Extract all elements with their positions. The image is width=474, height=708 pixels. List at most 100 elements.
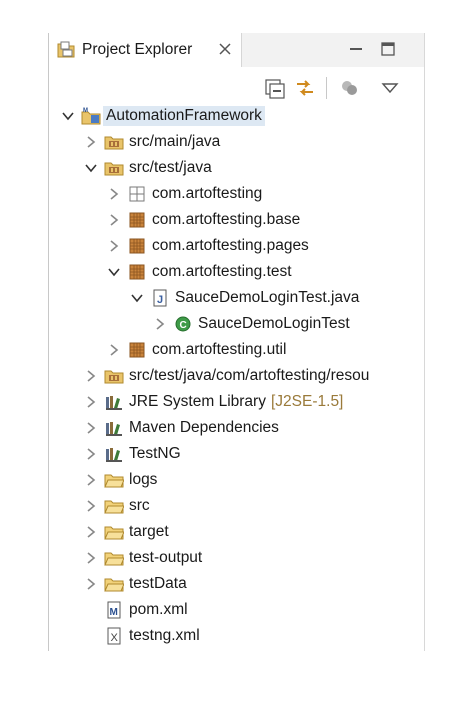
tree-item[interactable]: Xtestng.xml [49, 623, 424, 649]
chevron-right-icon[interactable] [84, 369, 98, 383]
package-icon [127, 210, 147, 230]
tree-item[interactable]: com.artoftesting.base [49, 207, 424, 233]
toolbar-separator [326, 77, 327, 99]
chevron-right-icon[interactable] [84, 473, 98, 487]
chevron-down-icon[interactable] [61, 109, 75, 123]
tree-item-label: Maven Dependencies [129, 419, 279, 436]
tree-item[interactable]: target [49, 519, 424, 545]
tree-item-label: src/test/java/com/artoftesting/resou [129, 367, 370, 384]
tree-item[interactable]: testData [49, 571, 424, 597]
chevron-down-icon[interactable] [107, 265, 121, 279]
maven-project-icon: M [81, 106, 101, 126]
svg-text:M: M [110, 607, 118, 618]
source-folder-icon [104, 366, 124, 386]
chevron-right-icon[interactable] [84, 421, 98, 435]
maximize-icon[interactable] [379, 40, 397, 58]
view-tab-bar: Project Explorer [49, 33, 424, 67]
svg-text:C: C [180, 320, 187, 331]
link-with-editor-icon[interactable] [294, 77, 316, 99]
tree-item[interactable]: J SauceDemoLoginTest.java [49, 285, 424, 311]
folder-icon [104, 548, 125, 568]
tree-item-label: TestNG [129, 445, 181, 462]
chevron-right-icon[interactable] [153, 317, 167, 331]
folder-icon [104, 522, 125, 542]
select-working-set-icon[interactable] [339, 77, 361, 99]
package-icon [127, 236, 147, 256]
chevron-right-icon[interactable] [84, 395, 98, 409]
collapse-all-icon[interactable] [263, 77, 285, 99]
library-icon [104, 444, 124, 464]
folder-icon [104, 496, 125, 516]
maven-pom-icon: M [104, 600, 124, 620]
svg-text:J: J [157, 294, 163, 306]
tree-item-label: JRE System Library [129, 393, 266, 410]
source-folder-icon [104, 158, 124, 178]
empty-package-icon [127, 184, 147, 204]
close-icon[interactable] [218, 42, 232, 56]
project-explorer-icon [57, 41, 75, 58]
view-title: Project Explorer [82, 41, 193, 58]
source-folder-icon [104, 132, 124, 152]
tree-item[interactable]: com.artoftesting [49, 181, 424, 207]
class-icon: C [173, 314, 193, 334]
tree-item[interactable]: test-output [49, 545, 424, 571]
chevron-right-icon[interactable] [84, 525, 98, 539]
tree-item-label: SauceDemoLoginTest [198, 315, 350, 332]
folder-icon [104, 470, 125, 490]
tree-item[interactable]: src/test/java/com/artoftesting/resou [49, 363, 424, 389]
svg-text:X: X [111, 632, 119, 644]
tree-item[interactable]: Maven Dependencies [49, 415, 424, 441]
package-icon [127, 340, 147, 360]
tree-item[interactable]: src/test/java [49, 155, 424, 181]
chevron-right-icon[interactable] [107, 213, 121, 227]
folder-icon [104, 574, 125, 594]
tree-item-label: target [129, 523, 169, 540]
tree-item-label: AutomationFramework [103, 106, 265, 126]
chevron-right-icon[interactable] [84, 447, 98, 461]
minimize-icon[interactable] [347, 40, 365, 58]
tree-item-label: logs [129, 471, 158, 488]
chevron-right-icon[interactable] [84, 577, 98, 591]
package-icon [127, 262, 147, 282]
chevron-down-icon[interactable] [130, 291, 144, 305]
xml-file-icon: X [104, 626, 124, 646]
tree-item[interactable]: src/main/java [49, 129, 424, 155]
library-icon [104, 418, 124, 438]
chevron-right-icon[interactable] [107, 343, 121, 357]
tree-item[interactable]: JRE System Library [J2SE-1.5] [49, 389, 424, 415]
tree-item-label: src/main/java [129, 133, 221, 150]
chevron-right-icon[interactable] [84, 499, 98, 513]
tree-item-label: src [129, 497, 150, 514]
tree-item-label: test-output [129, 549, 203, 566]
chevron-down-icon[interactable] [84, 161, 98, 175]
tree-item[interactable]: Mpom.xml [49, 597, 424, 623]
tree-item[interactable]: logs [49, 467, 424, 493]
chevron-right-icon[interactable] [84, 551, 98, 565]
chevron-right-icon[interactable] [107, 187, 121, 201]
tree-item-label: src/test/java [129, 159, 212, 176]
svg-text:M: M [83, 108, 88, 114]
project-explorer-view: Project Explorer MAutomationFrameworks [48, 33, 425, 651]
chevron-right-icon[interactable] [84, 135, 98, 149]
tree-item-label: com.artoftesting.pages [152, 237, 309, 254]
tree-item-label: testData [129, 575, 187, 592]
view-menu-icon[interactable] [379, 77, 401, 99]
tree-item-label: com.artoftesting.util [152, 341, 287, 358]
tree-item[interactable]: com.artoftesting.util [49, 337, 424, 363]
tree-item-label: SauceDemoLoginTest.java [175, 289, 360, 306]
tree-item[interactable]: C SauceDemoLoginTest [49, 311, 424, 337]
tab-project-explorer[interactable]: Project Explorer [49, 33, 242, 67]
library-icon [104, 392, 124, 412]
tree-item[interactable]: TestNG [49, 441, 424, 467]
tree-item[interactable]: src [49, 493, 424, 519]
tree-item[interactable]: M AutomationFramework [49, 103, 424, 129]
tree-item-label: pom.xml [129, 601, 188, 618]
tree-item-label: com.artoftesting [152, 185, 263, 202]
tree-item[interactable]: com.artoftesting.test [49, 259, 424, 285]
tree-item-label: com.artoftesting.base [152, 211, 301, 228]
java-file-icon: J [150, 288, 170, 308]
tree-item-decoration: [J2SE-1.5] [271, 393, 344, 410]
tree-item-label: com.artoftesting.test [152, 263, 292, 280]
tree-item[interactable]: com.artoftesting.pages [49, 233, 424, 259]
chevron-right-icon[interactable] [107, 239, 121, 253]
